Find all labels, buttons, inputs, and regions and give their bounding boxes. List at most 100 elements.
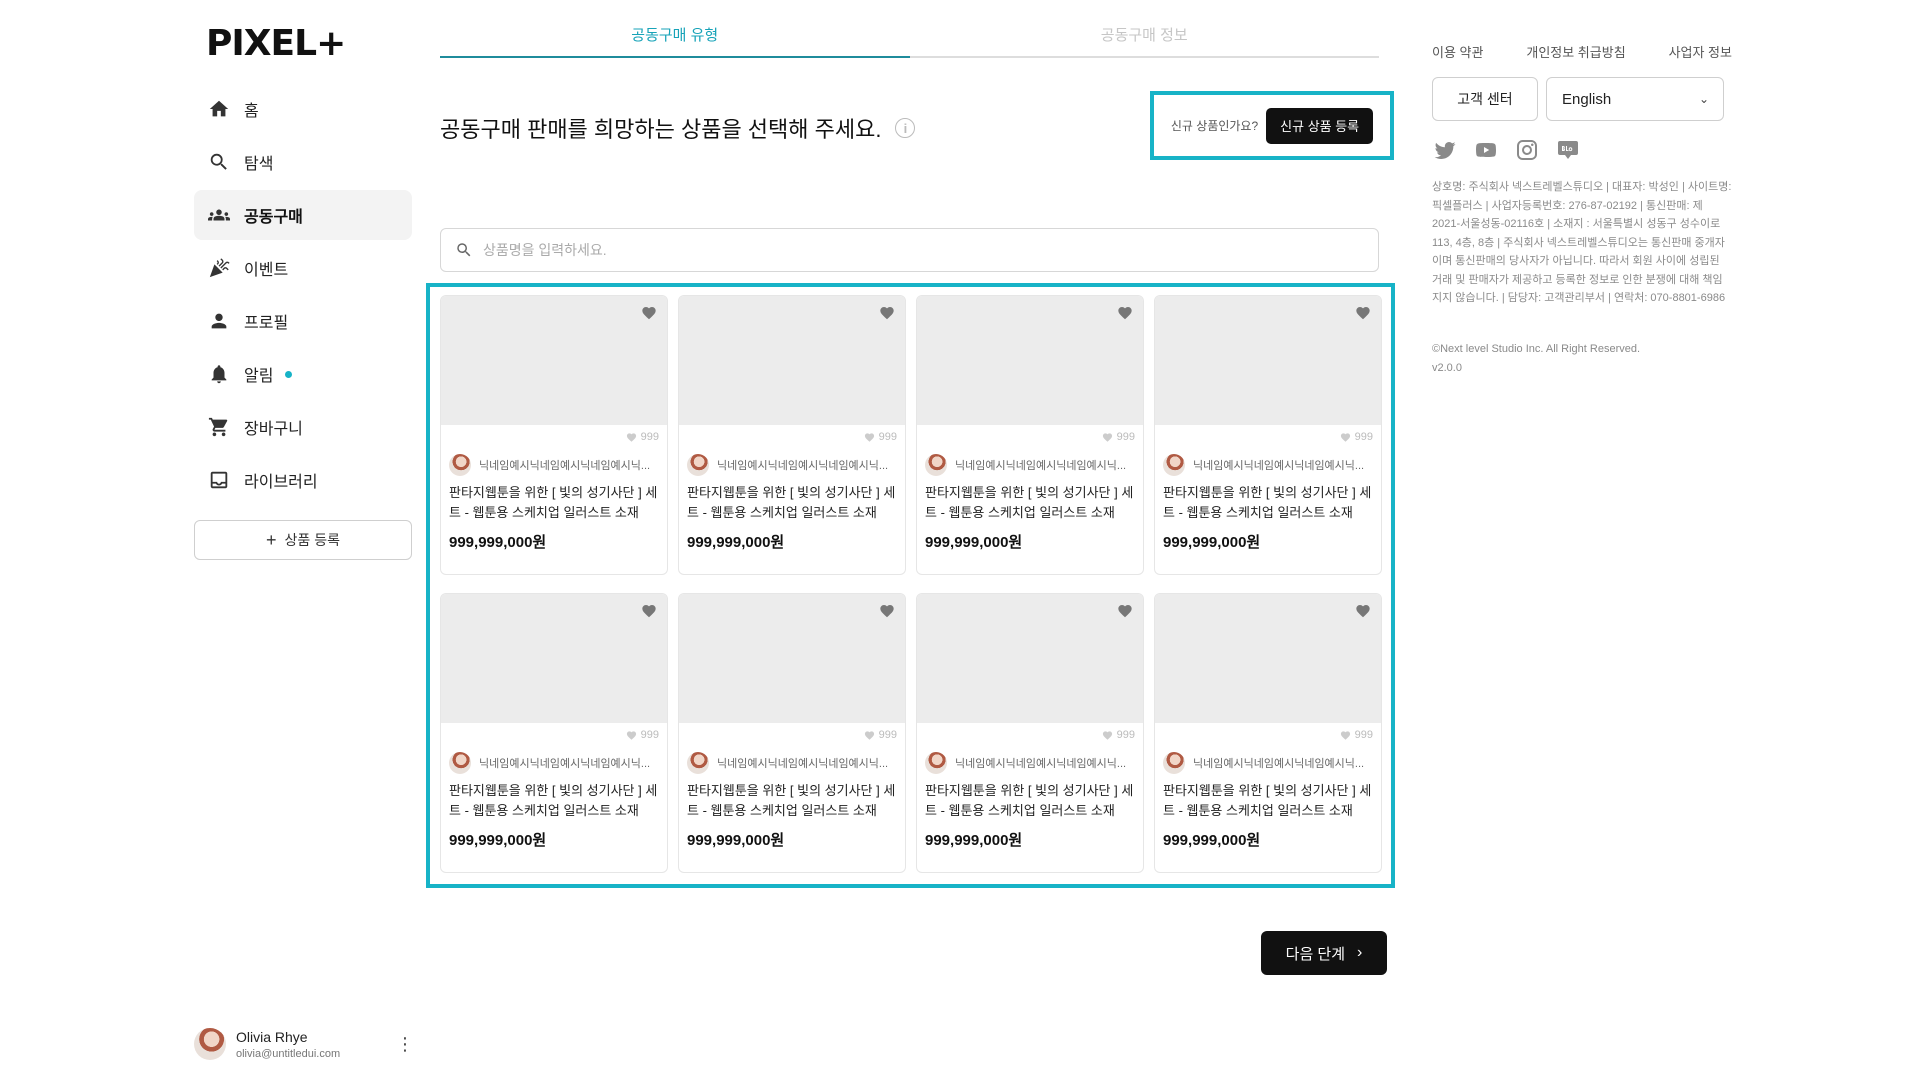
sidebar-item-event[interactable]: 이벤트 (194, 243, 412, 293)
info-icon[interactable]: i (895, 118, 916, 138)
sidebar-nav: 홈 탐색 공동구매 이벤트 프로필 알림 장바구니 라이브러리 (194, 84, 412, 508)
sidebar-item-explore[interactable]: 탐색 (194, 137, 412, 187)
seller: 닉네임예시닉네임예시닉네임예시닉... (679, 449, 905, 477)
inbox-icon (208, 469, 230, 491)
product-price: 999,999,000원 (925, 534, 1023, 551)
product-card[interactable]: 999 닉네임예시닉네임예시닉네임예시닉... 판타지웹툰을 위한 [ 빛의 성… (678, 593, 906, 873)
heart-icon[interactable] (879, 305, 895, 321)
seller-name: 닉네임예시닉네임예시닉네임예시닉... (955, 757, 1127, 770)
language-select[interactable]: English ⌄ (1546, 77, 1724, 121)
product-thumbnail (679, 296, 905, 425)
sidebar-item-label: 프로필 (244, 315, 289, 332)
tab-group-buy-type[interactable]: 공동구매 유형 (440, 22, 910, 58)
twitter-icon[interactable] (1432, 137, 1458, 163)
like-count: 999 (679, 425, 905, 449)
small-heart-icon (1340, 730, 1350, 740)
user-email: olivia@untitledui.com (236, 1047, 341, 1060)
sidebar-item-profile[interactable]: 프로필 (194, 296, 412, 346)
product-title: 판타지웹툰을 위한 [ 빛의 성기사단 ] 세트 - 웹툰용 스케치업 일러스트… (687, 485, 896, 520)
avatar (194, 1028, 226, 1060)
language-value: English (1562, 90, 1612, 108)
heart-icon[interactable] (1355, 603, 1371, 619)
product-card[interactable]: 999 닉네임예시닉네임예시닉네임예시닉... 판타지웹툰을 위한 [ 빛의 성… (678, 295, 906, 575)
sidebar-item-group-buy[interactable]: 공동구매 (194, 190, 412, 240)
logo[interactable]: PIXEL+ (206, 26, 356, 62)
heart-icon[interactable] (1117, 603, 1133, 619)
product-card[interactable]: 999 닉네임예시닉네임예시닉네임예시닉... 판타지웹툰을 위한 [ 빛의 성… (916, 593, 1144, 873)
sidebar-item-label: 장바구니 (244, 421, 303, 438)
small-heart-icon (864, 432, 874, 442)
instagram-icon[interactable] (1514, 137, 1540, 163)
product-title: 판타지웹툰을 위한 [ 빛의 성기사단 ] 세트 - 웹툰용 스케치업 일러스트… (1163, 783, 1372, 818)
search-input[interactable] (483, 242, 1378, 258)
product-thumbnail (441, 296, 667, 425)
user-info: Olivia Rhye olivia@untitledui.com (236, 1029, 396, 1060)
product-search (440, 228, 1379, 272)
seller: 닉네임예시닉네임예시닉네임예시닉... (1155, 747, 1381, 775)
add-product-label: 상품 등록 (284, 532, 340, 548)
privacy-link[interactable]: 개인정보 취급방침 (1526, 42, 1625, 61)
seller: 닉네임예시닉네임예시닉네임예시닉... (917, 449, 1143, 477)
sidebar-item-label: 알림 (244, 368, 274, 385)
sidebar-item-label: 라이브러리 (244, 474, 318, 491)
terms-link[interactable]: 이용 약관 (1432, 42, 1483, 61)
like-count-value: 999 (1116, 729, 1135, 741)
new-product-button[interactable]: 신규 상품 등록 (1266, 107, 1374, 144)
seller: 닉네임예시닉네임예시닉네임예시닉... (917, 747, 1143, 775)
small-heart-icon (1102, 432, 1112, 442)
product-card[interactable]: 999 닉네임예시닉네임예시닉네임예시닉... 판타지웹툰을 위한 [ 빛의 성… (916, 295, 1144, 575)
product-card[interactable]: 999 닉네임예시닉네임예시닉네임예시닉... 판타지웹툰을 위한 [ 빛의 성… (440, 295, 668, 575)
version: v2.0.0 (1432, 361, 1462, 374)
sidebar-item-label: 홈 (244, 103, 259, 120)
avatar (925, 751, 947, 774)
product-price: 999,999,000원 (925, 832, 1023, 849)
product-grid: 999 닉네임예시닉네임예시닉네임예시닉... 판타지웹툰을 위한 [ 빛의 성… (440, 295, 1382, 873)
footer-links: 이용 약관 개인정보 취급방침 사업자 정보 (1432, 42, 1732, 61)
user-profile[interactable]: Olivia Rhye olivia@untitledui.com ⋮ (194, 1025, 414, 1063)
heart-icon[interactable] (1117, 305, 1133, 321)
social-links (1432, 137, 1596, 163)
sidebar-item-notifications[interactable]: 알림 (194, 349, 412, 399)
search-icon (208, 151, 230, 173)
like-count-value: 999 (1354, 729, 1373, 741)
seller: 닉네임예시닉네임예시닉네임예시닉... (441, 747, 667, 775)
seller-name: 닉네임예시닉네임예시닉네임예시닉... (479, 757, 651, 770)
heart-icon[interactable] (641, 305, 657, 321)
avatar (925, 453, 947, 476)
youtube-icon[interactable] (1473, 137, 1499, 163)
customer-center-button[interactable]: 고객 센터 (1432, 77, 1538, 121)
add-product-button[interactable]: + 상품 등록 (194, 520, 412, 560)
like-count-value: 999 (1354, 431, 1373, 443)
product-card[interactable]: 999 닉네임예시닉네임예시닉네임예시닉... 판타지웹툰을 위한 [ 빛의 성… (1154, 295, 1382, 575)
like-count: 999 (441, 425, 667, 449)
seller-name: 닉네임예시닉네임예시닉네임예시닉... (1193, 757, 1365, 770)
group-icon (208, 204, 230, 226)
sidebar-item-home[interactable]: 홈 (194, 84, 412, 134)
seller-name: 닉네임예시닉네임예시닉네임예시닉... (717, 757, 889, 770)
sidebar-item-library[interactable]: 라이브러리 (194, 455, 412, 505)
like-count: 999 (917, 723, 1143, 747)
sidebar-item-label: 공동구매 (244, 209, 303, 226)
heart-icon[interactable] (1355, 305, 1371, 321)
heart-icon[interactable] (641, 603, 657, 619)
heart-icon[interactable] (879, 603, 895, 619)
seller-name: 닉네임예시닉네임예시닉네임예시닉... (955, 459, 1127, 472)
avatar (1163, 751, 1185, 774)
more-options-icon[interactable]: ⋮ (396, 1035, 414, 1053)
tab-group-buy-info[interactable]: 공동구매 정보 (910, 22, 1380, 56)
product-thumbnail (1155, 296, 1381, 425)
cart-icon (208, 416, 230, 438)
like-count: 999 (441, 723, 667, 747)
sidebar-item-label: 탐색 (244, 156, 274, 173)
sidebar-item-cart[interactable]: 장바구니 (194, 402, 412, 452)
product-price: 999,999,000원 (1163, 832, 1261, 849)
small-heart-icon (626, 730, 636, 740)
product-card[interactable]: 999 닉네임예시닉네임예시닉네임예시닉... 판타지웹툰을 위한 [ 빛의 성… (1154, 593, 1382, 873)
business-info-link[interactable]: 사업자 정보 (1669, 42, 1732, 61)
plus-icon: + (266, 529, 277, 550)
product-card[interactable]: 999 닉네임예시닉네임예시닉네임예시닉... 판타지웹툰을 위한 [ 빛의 성… (440, 593, 668, 873)
page-title-row: 공동구매 판매를 희망하는 상품을 선택해 주세요. i (440, 112, 916, 144)
next-step-button[interactable]: 다음 단계 › (1261, 931, 1387, 975)
blog-icon[interactable] (1555, 137, 1581, 163)
product-title: 판타지웹툰을 위한 [ 빛의 성기사단 ] 세트 - 웹툰용 스케치업 일러스트… (925, 783, 1134, 818)
